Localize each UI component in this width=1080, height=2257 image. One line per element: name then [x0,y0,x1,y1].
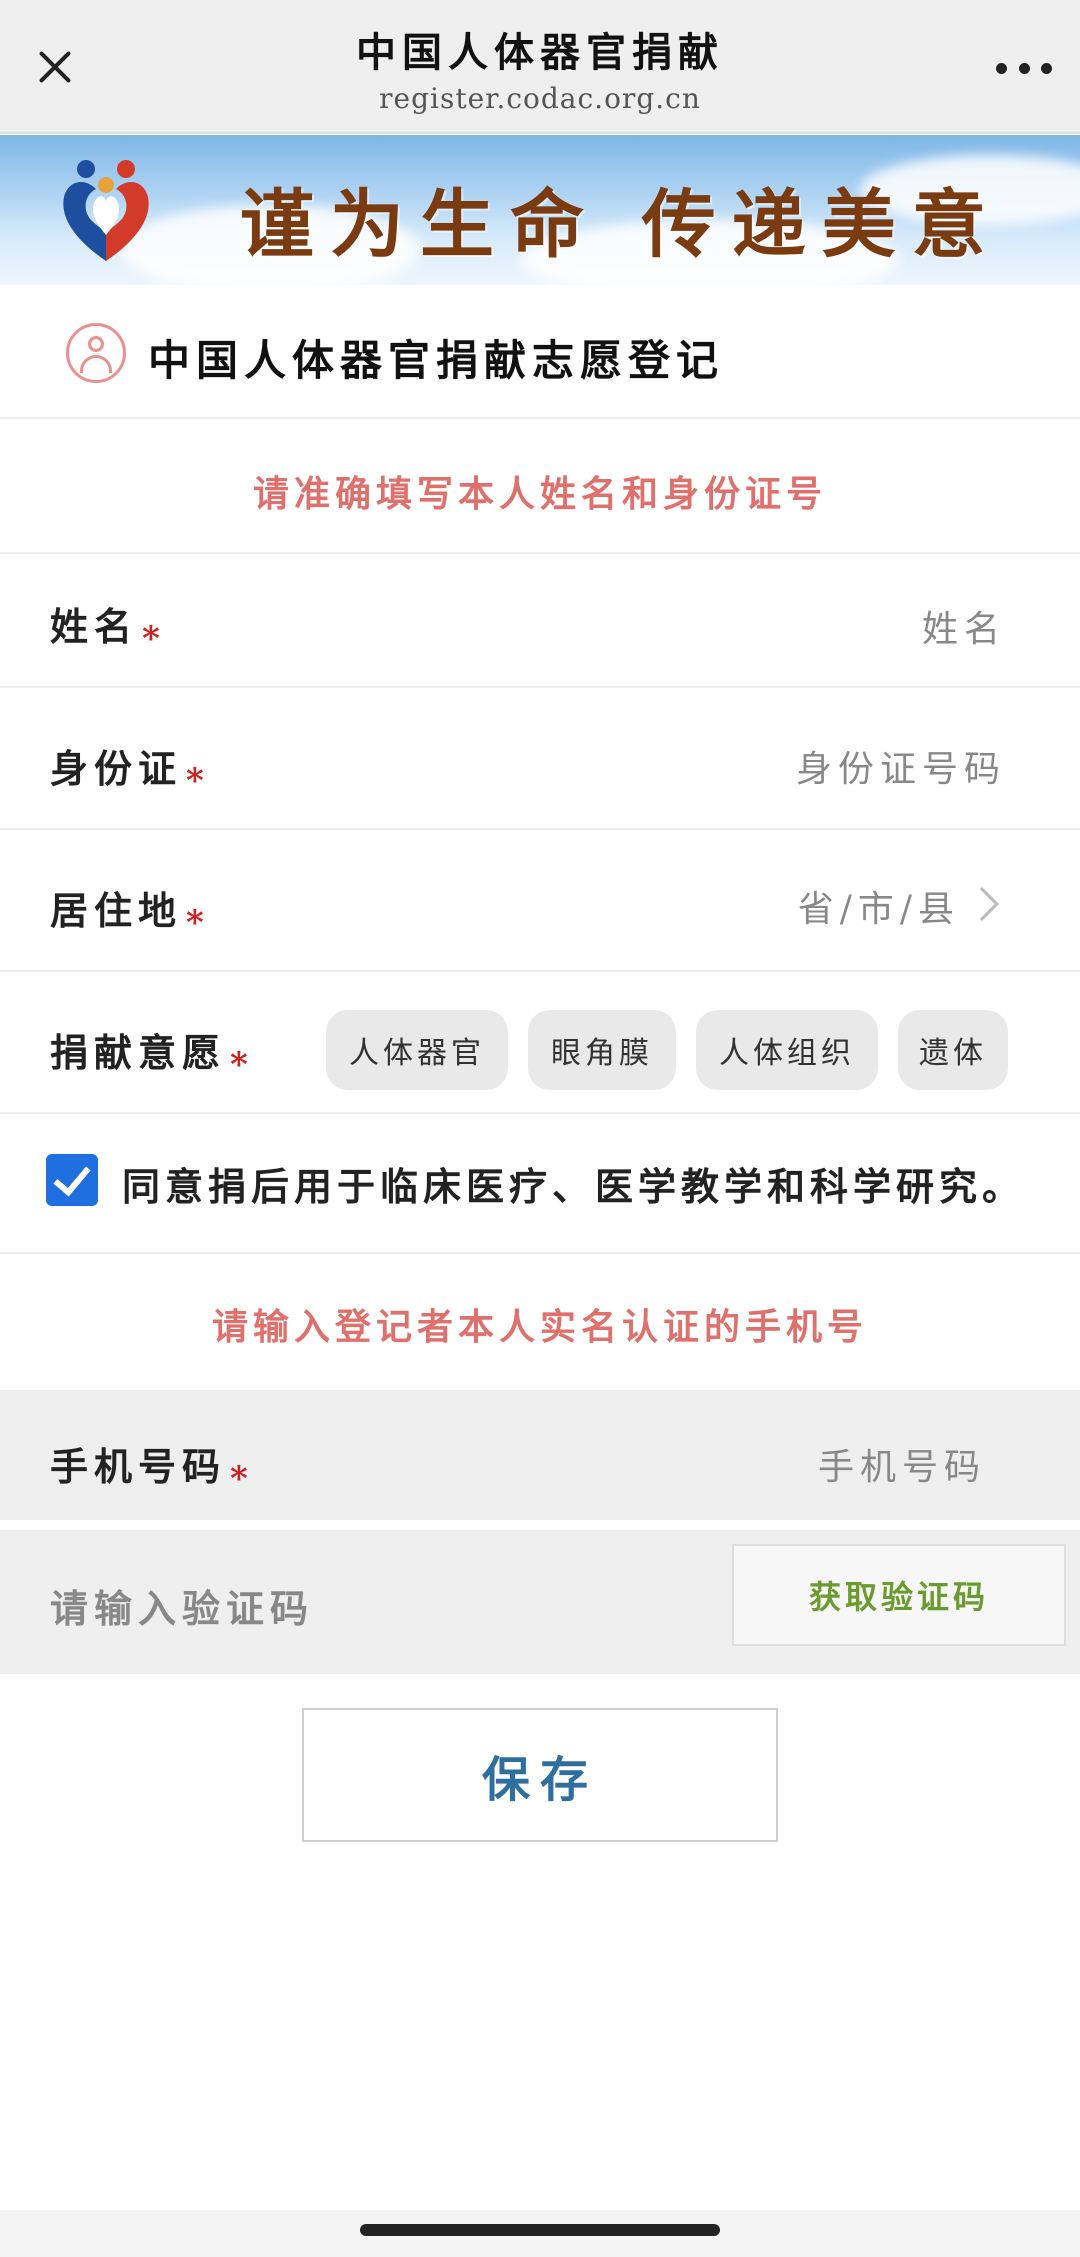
chevron-right-icon[interactable] [965,887,999,921]
page-url: register.codac.org.cn [379,82,701,115]
get-code-button[interactable]: 获取验证码 [732,1544,1066,1646]
home-indicator[interactable] [360,2224,720,2236]
residence-row[interactable]: 居住地 * 省/市/县 [0,832,1080,972]
id-card-row[interactable]: 身份证 * 身份证号码 [0,690,1080,830]
phone-hint-row: 请输入登记者本人实名认证的手机号 [0,1256,1080,1388]
donation-label: 捐献意愿 * [50,1030,254,1085]
residence-select[interactable]: 省/市/县 [798,880,960,932]
person-icon [66,323,126,383]
name-input[interactable]: 姓名 [922,600,1006,652]
top-nav-bar: 中国人体器官捐献 register.codac.org.cn [0,0,1080,134]
donation-option-tissue[interactable]: 人体组织 [696,1010,878,1090]
donation-option-organ[interactable]: 人体器官 [326,1010,508,1090]
agreement-row: 同意捐后用于临床医疗、医学教学和科学研究。 [0,1116,1080,1254]
donation-option-cornea[interactable]: 眼角膜 [528,1010,676,1090]
donation-row: 捐献意愿 * 人体器官 眼角膜 人体组织 遗体 [0,974,1080,1114]
required-mark: * [142,619,166,659]
name-label: 姓名 * [50,604,166,659]
donation-option-body[interactable]: 遗体 [898,1010,1008,1090]
agree-text: 同意捐后用于临床医疗、医学教学和科学研究。 [122,1164,1026,1209]
required-mark: * [230,1459,254,1499]
residence-label: 居住地 * [50,888,210,943]
more-options-icon[interactable] [996,58,1052,78]
banner: 谨为生命 传递美意 [0,135,1080,285]
verification-row: 请输入验证码 获取验证码 [0,1530,1080,1674]
required-mark: * [230,1045,254,1085]
section-title: 中国人体器官捐献志愿登记 [148,336,725,385]
phone-row[interactable]: 手机号码 * 手机号码 [0,1390,1080,1524]
save-button[interactable]: 保存 [302,1708,778,1842]
banner-slogan: 谨为生命 传递美意 [240,182,1002,268]
required-mark: * [186,761,210,801]
section-header: 中国人体器官捐献志愿登记 [0,287,1080,419]
identity-hint: 请准确填写本人姓名和身份证号 [252,473,827,515]
identity-hint-row: 请准确填写本人姓名和身份证号 [0,421,1080,554]
phone-input[interactable]: 手机号码 [818,1438,986,1490]
organ-donation-logo [63,160,149,261]
id-card-label: 身份证 * [50,746,210,801]
phone-label: 手机号码 * [50,1444,254,1499]
verification-code-input[interactable]: 请输入验证码 [50,1578,314,1633]
required-mark: * [186,903,210,943]
agree-checkbox[interactable] [46,1154,98,1206]
phone-hint: 请输入登记者本人实名认证的手机号 [211,1306,868,1348]
id-card-input[interactable]: 身份证号码 [796,740,1006,792]
page-title: 中国人体器官捐献 [356,29,724,76]
name-row[interactable]: 姓名 * 姓名 [0,556,1080,688]
